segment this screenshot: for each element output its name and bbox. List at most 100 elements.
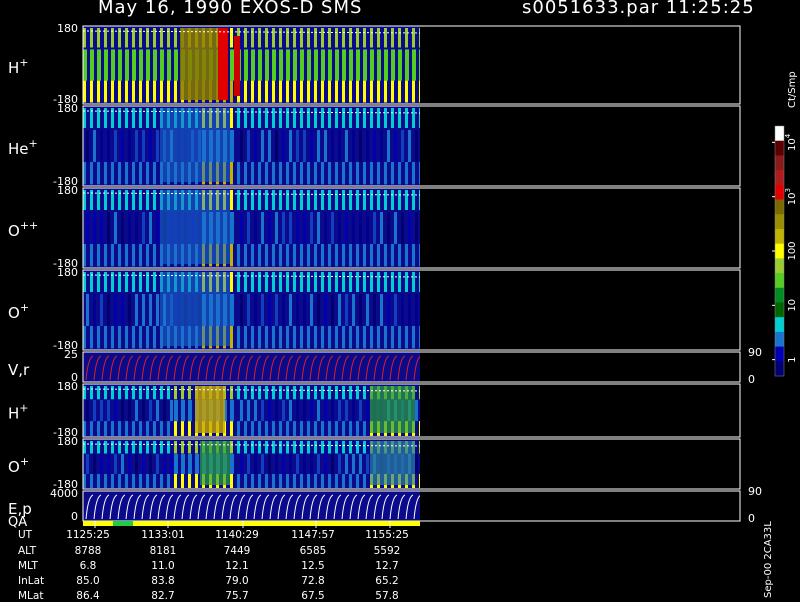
spectrum-stripe bbox=[363, 326, 366, 349]
spectrum-stripe bbox=[121, 294, 124, 326]
spectrum-stripe bbox=[300, 190, 303, 210]
spectrum-stripe bbox=[251, 326, 254, 349]
spectrum-stripe bbox=[107, 130, 110, 162]
colorbar-unit: Ct/Smp bbox=[787, 71, 798, 108]
spectrum-stripe bbox=[188, 386, 191, 400]
y-tick-max: 180 bbox=[57, 184, 78, 197]
spectrum-stripe bbox=[268, 130, 271, 162]
spectrum-stripe bbox=[181, 441, 184, 454]
spectrum-stripe bbox=[282, 399, 285, 422]
spectrum-stripe bbox=[342, 190, 345, 210]
spectrum-stripe bbox=[244, 272, 247, 292]
spectrum-stripe bbox=[240, 294, 243, 326]
orbit-row-value: 6585 bbox=[299, 545, 327, 557]
spectrum-stripe bbox=[328, 108, 331, 128]
spectrum-stripe bbox=[146, 326, 149, 349]
spectrum-stripe bbox=[377, 244, 380, 267]
spectrum-stripe bbox=[405, 80, 408, 103]
orbit-row-value: 12.7 bbox=[375, 560, 399, 572]
spectrum-stripe bbox=[279, 49, 283, 81]
spectrum-stripe bbox=[230, 326, 233, 349]
colorbar-swatch bbox=[775, 273, 784, 289]
spectrum-stripe bbox=[139, 244, 142, 267]
spectrum-stripe bbox=[331, 454, 334, 474]
spectrum-stripe bbox=[282, 454, 285, 474]
orbit-row-value: 8788 bbox=[74, 545, 102, 557]
spectrum-stripe bbox=[174, 441, 177, 454]
spectrum-stripe bbox=[384, 108, 387, 128]
panel-label: O+ bbox=[8, 455, 29, 476]
spectrum-stripe bbox=[314, 474, 317, 488]
spectrum-stripe bbox=[104, 474, 107, 488]
colorbar-swatch bbox=[775, 126, 784, 142]
panel-label: V,r bbox=[8, 361, 30, 379]
spectrum-stripe bbox=[93, 212, 96, 244]
orbit-row-label: UT bbox=[18, 529, 33, 541]
spectrum-stripe bbox=[317, 130, 320, 162]
spectrum-stripe bbox=[363, 441, 366, 454]
spectrum-stripe bbox=[132, 421, 135, 436]
spectrum-stripe bbox=[118, 386, 121, 400]
spectrum-stripe bbox=[356, 190, 359, 210]
spectrum-stripe bbox=[317, 294, 320, 326]
y-tick-max: 180 bbox=[57, 102, 78, 115]
spectrum-stripe bbox=[398, 80, 401, 103]
spectrum-stripe bbox=[300, 421, 303, 436]
spectrum-stripe bbox=[293, 108, 296, 128]
spectrum-stripe bbox=[363, 49, 367, 81]
spectrum-stripe bbox=[366, 130, 369, 162]
spectrum-stripe bbox=[307, 28, 310, 48]
spectrum-stripe bbox=[104, 326, 107, 349]
spectrum-stripe bbox=[352, 294, 355, 326]
spectrum-stripe bbox=[405, 272, 408, 292]
spectrum-stripe bbox=[132, 441, 135, 454]
spectrum-stripe bbox=[300, 80, 303, 103]
spectrum-stripe bbox=[111, 441, 114, 454]
y-tick-min: 0 bbox=[71, 510, 78, 523]
spectrum-hot-region bbox=[370, 441, 415, 485]
spectrum-stripe bbox=[370, 108, 373, 128]
spectrum-stripe bbox=[272, 28, 275, 48]
spectrum-stripe bbox=[251, 162, 254, 185]
spectrum-stripe bbox=[345, 130, 348, 162]
spectrum-stripe bbox=[349, 162, 352, 185]
spectrum-stripe bbox=[195, 454, 199, 474]
panel-empty bbox=[420, 106, 740, 186]
colorbar-swatch bbox=[775, 258, 784, 274]
panel-label-superscript: + bbox=[20, 301, 29, 314]
spectrum-stripe bbox=[293, 80, 296, 103]
orbit-row-value: 83.8 bbox=[151, 575, 175, 587]
spectrum-stripe bbox=[181, 454, 185, 474]
spectrum-stripe bbox=[307, 190, 310, 210]
spectrum-stripe bbox=[328, 386, 331, 400]
spectrum-stripe bbox=[86, 454, 89, 474]
spectrum-stripe bbox=[398, 162, 401, 185]
spectrum-stripe bbox=[300, 162, 303, 185]
spectrum-stripe bbox=[167, 421, 170, 436]
colorbar-swatch bbox=[775, 331, 784, 348]
spectrum-stripe bbox=[359, 294, 362, 326]
spectrum-stripe bbox=[282, 130, 285, 162]
spectrum-stripe bbox=[366, 294, 369, 326]
spectrum-stripe bbox=[244, 244, 247, 267]
spectrum-stripe bbox=[251, 421, 254, 436]
spectrum-stripe bbox=[370, 190, 373, 210]
spectrum-stripe bbox=[97, 474, 100, 488]
spectrum-stripe bbox=[153, 386, 156, 400]
spectrum-hot-region bbox=[200, 441, 230, 485]
colorbar-swatch bbox=[775, 184, 784, 201]
spectrum-stripe bbox=[296, 294, 299, 326]
spectrum-stripe bbox=[317, 454, 320, 474]
spectrum-stripe bbox=[331, 294, 334, 326]
spectrum-stripe bbox=[125, 421, 128, 436]
spectrum-stripe bbox=[118, 441, 121, 454]
spectrum-stripe bbox=[156, 130, 159, 162]
orbit-row-value: 11.0 bbox=[151, 560, 175, 572]
spectrum-stripe bbox=[230, 421, 233, 436]
spectrum-stripe bbox=[363, 80, 366, 103]
spectrum-stripe bbox=[310, 212, 313, 244]
spectrum-stripe bbox=[132, 386, 135, 400]
spectrum-stripe bbox=[335, 80, 338, 103]
spectrum-stripe bbox=[408, 212, 411, 244]
spectrum-stripe bbox=[97, 80, 100, 103]
